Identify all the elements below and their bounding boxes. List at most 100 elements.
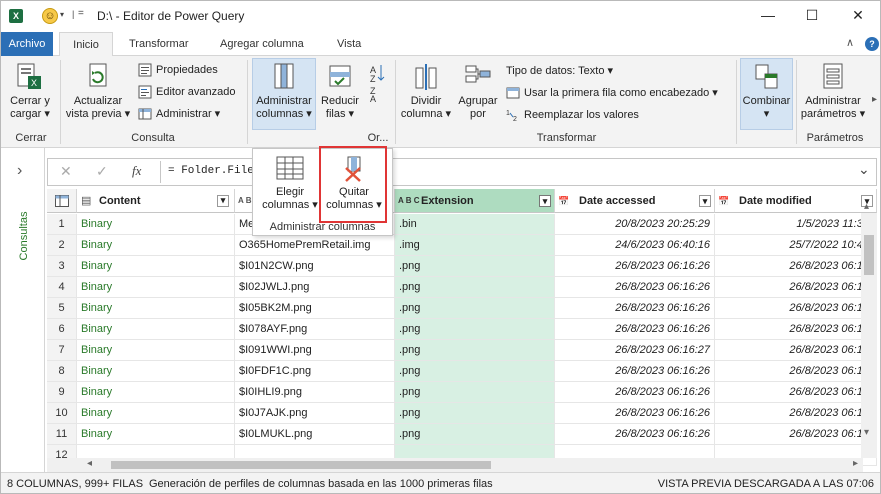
expand-queries-icon[interactable]: › [17,162,22,180]
qat-dropdown-icon[interactable]: ▾ [60,10,64,19]
cell-date-accessed[interactable]: 26/8/2023 06:16:26 [555,298,715,319]
cell-name[interactable]: $I078AYF.png [235,319,395,340]
minimize-button[interactable]: — [756,5,780,25]
column-header-date-modified[interactable]: 📅 Date modified ▾ [715,189,877,213]
cell-date-accessed[interactable]: 26/8/2023 06:16:26 [555,277,715,298]
cell-date-accessed[interactable]: 26/8/2023 06:16:26 [555,319,715,340]
cell-date-accessed[interactable]: 20/8/2023 20:25:29 [555,214,715,235]
cell-date-modified[interactable]: 26/8/2023 06:16: [715,340,877,361]
cell-date-accessed[interactable]: 26/8/2023 06:16:26 [555,256,715,277]
cell-extension[interactable]: .png [395,340,555,361]
cell-content[interactable]: Binary [77,298,235,319]
cell-date-modified[interactable]: 26/8/2023 06:16: [715,424,877,445]
cell-date-modified[interactable]: 26/8/2023 06:16: [715,403,877,424]
cell-extension[interactable]: .png [395,256,555,277]
horizontal-scrollbar[interactable]: ◂ ▸ [47,458,863,472]
queries-pane-label[interactable]: Consultas [18,201,30,271]
cell-date-modified[interactable]: 26/8/2023 06:16: [715,298,877,319]
row-number[interactable]: 10 [47,403,77,424]
cell-extension[interactable]: .png [395,424,555,445]
manage-button[interactable]: Administrar ▾ [138,105,220,123]
cell-date-modified[interactable]: 26/8/2023 06:16: [715,382,877,403]
cell-date-accessed[interactable]: 26/8/2023 06:16:26 [555,424,715,445]
cell-name[interactable]: O365HomePremRetail.img [235,235,395,256]
cell-extension[interactable]: .png [395,403,555,424]
cancel-formula-icon[interactable]: ✕ [60,163,72,180]
row-number[interactable]: 1 [47,214,77,235]
first-row-header-button[interactable]: Usar la primera fila como encabezado ▾ [506,84,718,102]
tab-agregar-columna[interactable]: Agregar columna [220,32,304,56]
split-column-button[interactable]: Dividir columna ▾ [399,62,453,121]
column-header-date-accessed[interactable]: 📅 Date accessed ▾ [555,189,715,213]
cell-content[interactable]: Binary [77,256,235,277]
group-by-button[interactable]: Agrupar por [455,62,501,121]
replace-values-button[interactable]: 1 2 Reemplazar los valores [506,106,639,124]
cell-content[interactable]: Binary [77,403,235,424]
expand-formula-icon[interactable]: ⌄ [858,161,870,178]
filter-dropdown-icon[interactable]: ▾ [539,195,551,207]
properties-button[interactable]: Propiedades [138,61,218,79]
status-profiling[interactable]: Generación de perfiles de columnas basad… [149,473,493,493]
cell-extension[interactable]: .img [395,235,555,256]
row-number[interactable]: 7 [47,340,77,361]
data-type-dropdown[interactable]: Tipo de datos: Texto ▾ [506,62,613,80]
cell-date-accessed[interactable]: 26/8/2023 06:16:26 [555,382,715,403]
cell-name[interactable]: $I0IHLI9.png [235,382,395,403]
cell-content[interactable]: Binary [77,424,235,445]
expand-binary-icon[interactable]: ▾ [217,195,229,207]
scroll-up-icon[interactable]: ▴ [864,201,869,212]
vertical-scrollbar[interactable]: ▴ ▾ [861,201,877,458]
row-number[interactable]: 2 [47,235,77,256]
column-header-content[interactable]: ▤ Content ▾ [77,189,235,213]
tab-transformar[interactable]: Transformar [129,32,189,56]
sort-ascending-icon[interactable]: AZZA [369,62,385,102]
tab-archivo[interactable]: Archivo [1,32,53,56]
advanced-editor-button[interactable]: Editor avanzado [138,83,236,101]
row-number[interactable]: 5 [47,298,77,319]
scroll-left-icon[interactable]: ◂ [87,458,92,469]
close-button[interactable]: ✕ [846,5,870,25]
row-number[interactable]: 8 [47,361,77,382]
cell-date-modified[interactable]: 26/8/2023 06:16: [715,361,877,382]
cell-date-modified[interactable]: 1/5/2023 11:38: [715,214,877,235]
reduce-rows-button[interactable]: Reducir filas ▾ [318,62,362,121]
cell-name[interactable]: $I0J7AJK.png [235,403,395,424]
cell-name[interactable]: $I05BK2M.png [235,298,395,319]
cell-content[interactable]: Binary [77,277,235,298]
cell-extension[interactable]: .bin [395,214,555,235]
cell-content[interactable]: Binary [77,235,235,256]
cell-content[interactable]: Binary [77,382,235,403]
smiley-feedback-icon[interactable]: ☺ [42,8,58,24]
cell-date-accessed[interactable]: 26/8/2023 06:16:26 [555,403,715,424]
vertical-scroll-thumb[interactable] [864,235,874,275]
cell-date-modified[interactable]: 25/7/2022 10:45: [715,235,877,256]
cell-name[interactable]: $I091WWI.png [235,340,395,361]
cell-name[interactable]: $I02JWLJ.png [235,277,395,298]
scroll-right-icon[interactable]: ▸ [853,458,858,469]
choose-columns-button[interactable]: Elegir columnas ▾ [261,155,319,212]
maximize-button[interactable]: ☐ [800,5,824,25]
row-number[interactable]: 11 [47,424,77,445]
refresh-preview-button[interactable]: Actualizar vista previa ▾ [63,62,133,121]
qat-customize-icon[interactable]: = [78,8,84,19]
manage-columns-button[interactable]: Administrar columnas ▾ [252,62,316,121]
ribbon-scroll-right-icon[interactable]: ▸ [872,94,877,105]
cell-content[interactable]: Binary [77,214,235,235]
confirm-formula-icon[interactable]: ✓ [96,163,108,180]
cell-extension[interactable]: .png [395,382,555,403]
cell-name[interactable]: $I0LMUKL.png [235,424,395,445]
cell-content[interactable]: Binary [77,319,235,340]
cell-extension[interactable]: .png [395,361,555,382]
cell-date-modified[interactable]: 26/8/2023 06:16: [715,256,877,277]
fx-icon[interactable]: fx [132,163,141,179]
cell-date-accessed[interactable]: 26/8/2023 06:16:27 [555,340,715,361]
horizontal-scroll-thumb[interactable] [111,461,491,469]
cell-date-accessed[interactable]: 24/6/2023 06:40:16 [555,235,715,256]
tab-vista[interactable]: Vista [337,32,361,56]
row-number[interactable]: 6 [47,319,77,340]
help-icon[interactable]: ? [865,37,879,51]
row-number[interactable]: 9 [47,382,77,403]
cell-content[interactable]: Binary [77,340,235,361]
cell-extension[interactable]: .png [395,298,555,319]
formula-input[interactable]: = Folder.File [168,165,254,177]
